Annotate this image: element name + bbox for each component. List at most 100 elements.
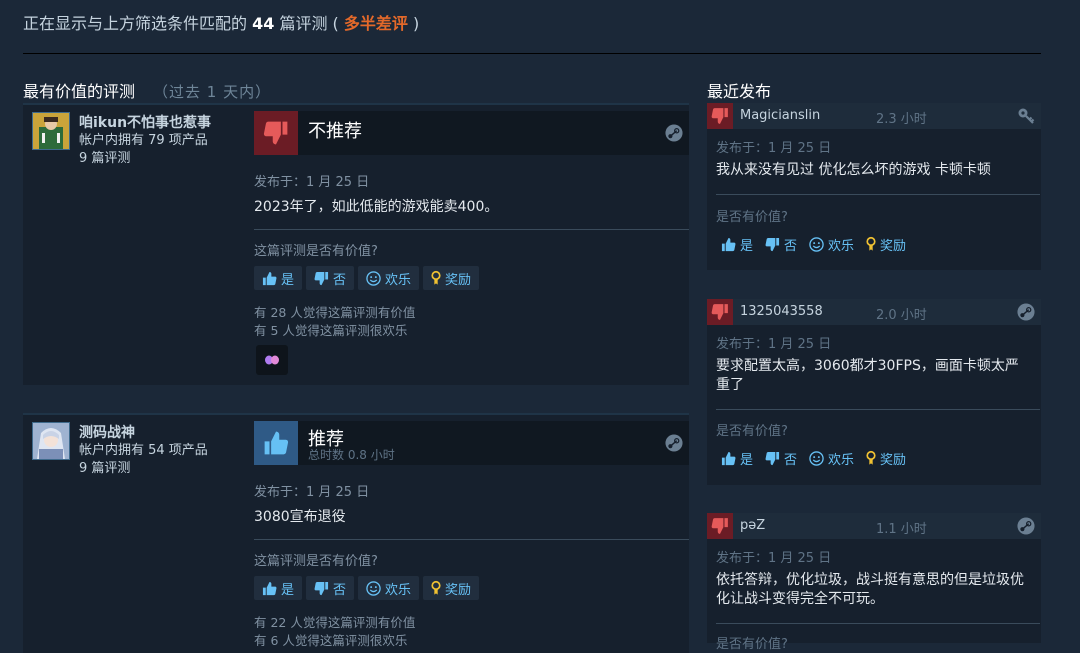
- thumbs-down-icon: [707, 103, 733, 129]
- recent-helpful-question: 是否有价值?: [716, 210, 788, 225]
- recent-vote-buttons: 是 否 欢乐 奖励: [716, 446, 911, 470]
- vote-no-button[interactable]: 否: [306, 576, 355, 600]
- vote-yes-button[interactable]: 是: [254, 576, 303, 600]
- award-label: 奖励: [445, 582, 472, 598]
- helpful-stat: 有 28 人觉得这篇评测有价值: [254, 305, 416, 320]
- reaction-icon: [265, 355, 279, 365]
- funny-stat: 有 5 人觉得这篇评测很欢乐: [254, 323, 408, 338]
- thumbs-down-icon: [765, 237, 780, 252]
- key-icon: [1018, 108, 1035, 124]
- vote-funny-button[interactable]: 欢乐: [358, 576, 420, 600]
- recent-posted-date: 发布于：1 月 25 日: [716, 551, 832, 566]
- recent-helpful-question: 是否有价值?: [716, 424, 788, 439]
- recent-divider: [716, 409, 1040, 410]
- review-count: 44: [252, 14, 275, 33]
- vote-no-label: 否: [333, 272, 347, 288]
- smile-icon: [366, 271, 381, 286]
- steam-icon: [1017, 517, 1035, 535]
- most-helpful-title-text: 最有价值的评测: [23, 82, 136, 101]
- vote-yes-label: 是: [740, 452, 754, 468]
- vote-header[interactable]: 不推荐: [254, 111, 689, 155]
- review-divider: [254, 229, 689, 230]
- award-button[interactable]: 奖励: [861, 446, 911, 470]
- recent-reviewer-name[interactable]: Magicianslin: [740, 108, 820, 123]
- thumbs-down-icon: [314, 271, 329, 286]
- thumbs-up-icon: [721, 237, 736, 252]
- recent-posted-date: 发布于：1 月 25 日: [716, 337, 832, 352]
- smile-icon: [366, 581, 381, 596]
- recent-playtime: 1.1 小时: [876, 522, 927, 537]
- recent-playtime: 2.3 小时: [876, 112, 927, 127]
- header-divider: [23, 53, 1041, 54]
- recent-review-header[interactable]: Magicianslin 2.3 小时: [707, 103, 1041, 129]
- review-content: 2023年了，如此低能的游戏能卖400。: [254, 199, 499, 215]
- reviewer-name[interactable]: 咱ikun不怕事也惹事: [79, 112, 211, 132]
- recent-review-header[interactable]: pəZ 1.1 小时: [707, 513, 1041, 539]
- vote-no-label: 否: [784, 238, 798, 254]
- award-label: 奖励: [445, 272, 472, 288]
- summary-middle: 篇评测 (: [274, 14, 344, 33]
- recent-divider: [716, 194, 1040, 195]
- recent-review-header[interactable]: 1325043558 2.0 小时: [707, 299, 1041, 325]
- reviewer-review-count[interactable]: 9 篇评测: [79, 460, 130, 478]
- vote-yes-label: 是: [281, 582, 295, 598]
- summary-suffix: ): [407, 14, 420, 33]
- vote-no-label: 否: [784, 452, 798, 468]
- avatar[interactable]: [32, 112, 70, 150]
- vote-yes-button[interactable]: 是: [716, 446, 758, 470]
- vote-buttons: 是 否 欢乐 奖励: [254, 576, 480, 600]
- recent-divider: [716, 623, 1040, 624]
- recent-reviewer-name[interactable]: 1325043558: [740, 304, 823, 319]
- award-button[interactable]: 奖励: [861, 232, 911, 256]
- vote-yes-button[interactable]: 是: [254, 266, 303, 290]
- helpful-question: 这篇评测是否有价值?: [254, 554, 378, 569]
- thumbs-up-icon: [262, 581, 277, 596]
- recent-title: 最近发布: [707, 82, 772, 101]
- vote-funny-label: 欢乐: [385, 582, 412, 598]
- vote-yes-label: 是: [281, 272, 295, 288]
- vote-no-button[interactable]: 否: [760, 232, 802, 256]
- review-content: 3080宣布退役: [254, 509, 346, 525]
- playtime: 总时数 0.8 小时: [308, 448, 395, 462]
- recent-reviewer-name[interactable]: pəZ: [740, 518, 765, 533]
- vote-header[interactable]: 推荐 总时数 0.8 小时: [254, 421, 689, 465]
- vote-no-button[interactable]: 否: [306, 266, 355, 290]
- reaction-award[interactable]: [256, 345, 288, 375]
- most-helpful-title: 最有价值的评测 （过去 1 天内）: [23, 78, 271, 102]
- vote-funny-button[interactable]: 欢乐: [358, 266, 420, 290]
- reviewer-name[interactable]: 测码战神: [79, 422, 135, 442]
- posted-date: 发布于：1 月 25 日: [254, 175, 370, 190]
- vote-funny-button[interactable]: 欢乐: [804, 446, 859, 470]
- recent-review-content: 要求配置太高，3060都才30FPS，画面卡顿太严重了: [716, 358, 1019, 393]
- reviewer-products[interactable]: 帐户内拥有 54 项产品: [79, 442, 208, 460]
- avatar-image: [33, 423, 69, 459]
- award-icon: [431, 270, 441, 286]
- thumbs-up-icon: [721, 451, 736, 466]
- vote-funny-label: 欢乐: [828, 238, 855, 254]
- vote-yes-button[interactable]: 是: [716, 232, 758, 256]
- vote-no-button[interactable]: 否: [760, 446, 802, 470]
- vote-funny-label: 欢乐: [828, 452, 855, 468]
- thumbs-down-icon: [765, 451, 780, 466]
- vote-buttons: 是 否 欢乐 奖励: [254, 266, 480, 290]
- vote-funny-button[interactable]: 欢乐: [804, 232, 859, 256]
- avatar[interactable]: [32, 422, 70, 460]
- recent-vote-buttons: 是 否 欢乐 奖励: [716, 232, 911, 256]
- steam-icon: [665, 124, 683, 142]
- award-button[interactable]: 奖励: [423, 576, 480, 600]
- award-icon: [866, 450, 876, 466]
- award-button[interactable]: 奖励: [423, 266, 480, 290]
- steam-icon: [665, 434, 683, 452]
- steam-icon: [1017, 303, 1035, 321]
- thumbs-down-icon: [314, 581, 329, 596]
- thumbs-up-icon: [254, 421, 298, 465]
- avatar-image: [33, 113, 69, 149]
- reviewer-review-count[interactable]: 9 篇评测: [79, 150, 130, 168]
- recent-playtime: 2.0 小时: [876, 308, 927, 323]
- reviewer-products[interactable]: 帐户内拥有 79 项产品: [79, 132, 208, 150]
- award-label: 奖励: [880, 238, 907, 254]
- thumbs-down-icon: [254, 111, 298, 155]
- helpful-stat: 有 22 人觉得这篇评测有价值: [254, 615, 416, 630]
- review-score-summary[interactable]: 多半差评: [344, 14, 408, 33]
- vote-label: 不推荐: [308, 121, 362, 142]
